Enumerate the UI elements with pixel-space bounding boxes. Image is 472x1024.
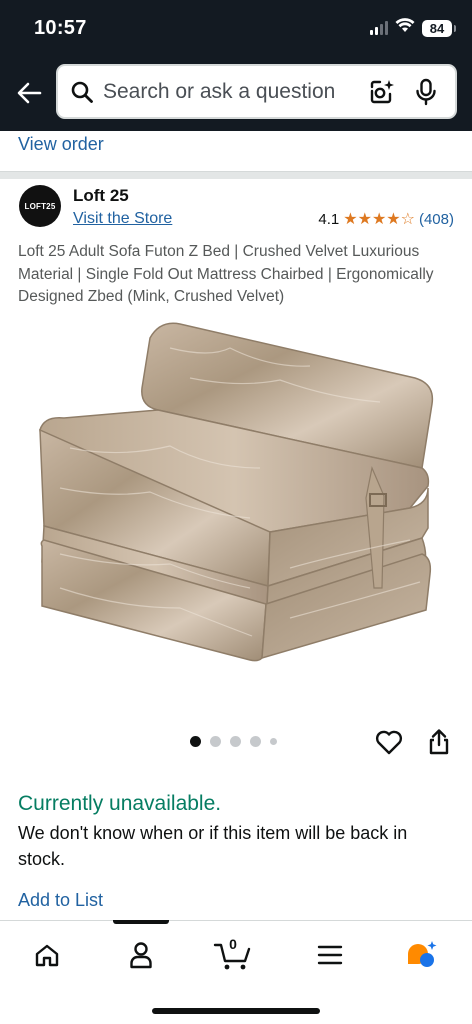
- section-divider: [0, 171, 472, 179]
- availability-status: Currently unavailable.: [18, 792, 222, 815]
- person-icon: [130, 942, 152, 969]
- nav-you[interactable]: [121, 935, 161, 975]
- search-icon: [70, 80, 94, 104]
- brand-name: Loft 25: [73, 186, 129, 205]
- nav-rufus[interactable]: [402, 935, 442, 975]
- home-icon: [35, 944, 59, 967]
- status-time: 10:57: [34, 17, 87, 39]
- home-indicator-bar[interactable]: [152, 1008, 320, 1014]
- view-order-link[interactable]: View order: [18, 134, 104, 155]
- star-empty-icon: ☆: [400, 210, 415, 228]
- star-full-icon: ★: [357, 210, 372, 228]
- battery-indicator: 84: [422, 19, 456, 37]
- carousel-dot[interactable]: [250, 736, 261, 747]
- add-to-list-link[interactable]: Add to List: [18, 890, 103, 911]
- camera-lens-button[interactable]: [367, 77, 397, 107]
- camera-lens-icon: [370, 79, 394, 103]
- wifi-icon: [395, 18, 415, 38]
- rating-value: 4.1: [318, 211, 340, 228]
- star-rating: ★ ★ ★ ★ ☆: [343, 210, 415, 228]
- share-button[interactable]: [424, 727, 454, 757]
- availability-note: We don't know when or if this item will …: [18, 823, 408, 869]
- nav-menu[interactable]: [310, 935, 350, 975]
- nav-home[interactable]: [27, 935, 67, 975]
- microphone-icon: [416, 78, 436, 105]
- menu-icon: [317, 945, 343, 965]
- image-carousel-dots[interactable]: [190, 736, 277, 747]
- star-full-icon: ★: [386, 210, 401, 228]
- microphone-button[interactable]: [413, 77, 439, 107]
- product-image[interactable]: [30, 318, 442, 698]
- back-arrow-icon: [17, 82, 42, 104]
- cart-count-badge: 0: [229, 936, 237, 952]
- carousel-dot[interactable]: [230, 736, 241, 747]
- wishlist-button[interactable]: [374, 727, 404, 757]
- search-input[interactable]: Search or ask a question: [103, 80, 367, 104]
- rating-count[interactable]: (408): [419, 211, 454, 228]
- carousel-dot[interactable]: [270, 738, 277, 745]
- nav-cart[interactable]: 0: [213, 935, 253, 975]
- back-button[interactable]: [14, 78, 44, 108]
- search-bar[interactable]: Search or ask a question: [56, 64, 457, 119]
- top-header: 10:57 84 Search or ask a question: [0, 0, 472, 131]
- carousel-dot-active[interactable]: [190, 736, 201, 747]
- visit-store-link[interactable]: Visit the Store: [73, 210, 172, 228]
- rufus-chat-icon: [408, 941, 437, 967]
- brand-logo[interactable]: LOFT25: [19, 185, 61, 227]
- share-icon: [429, 729, 449, 755]
- product-title: Loft 25 Adult Sofa Futon Z Bed | Crushed…: [18, 243, 434, 305]
- star-full-icon: ★: [343, 210, 358, 228]
- status-indicators: 84: [370, 18, 456, 38]
- active-tab-indicator: [113, 920, 169, 924]
- carousel-dot[interactable]: [210, 736, 221, 747]
- cellular-signal-icon: [370, 21, 388, 35]
- heart-icon: [375, 730, 403, 755]
- star-full-icon: ★: [371, 210, 387, 228]
- rating-summary[interactable]: 4.1 ★ ★ ★ ★ ☆ (408): [318, 211, 454, 228]
- bottom-navigation: 0: [0, 920, 472, 1024]
